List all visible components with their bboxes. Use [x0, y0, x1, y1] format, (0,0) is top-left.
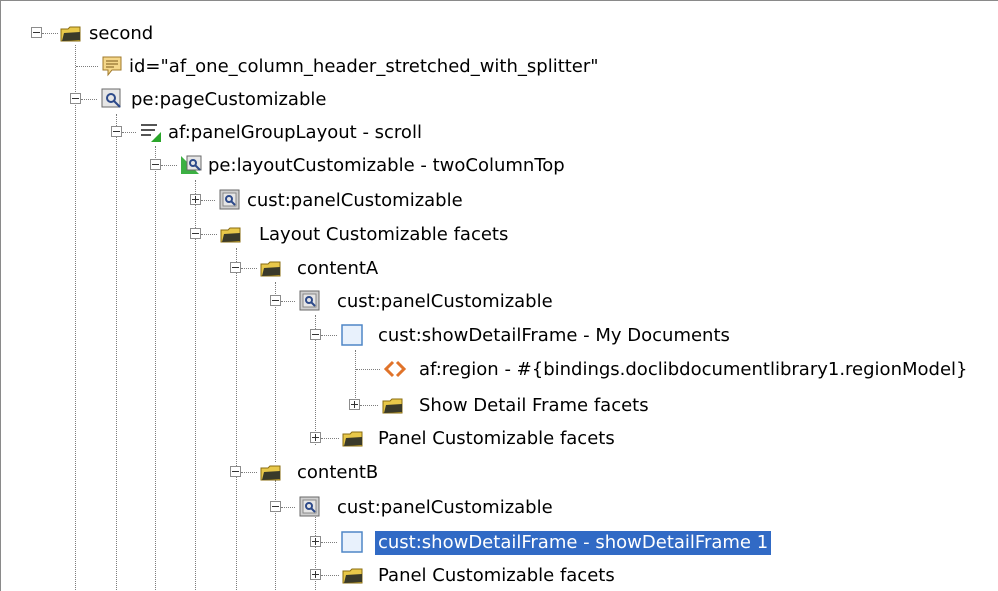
tree-node-layout-facets[interactable]: Layout Customizable facets — [0, 219, 998, 249]
structure-tree: second id="af_one_column_header_stretche… — [0, 0, 998, 591]
layout-customizable-icon — [179, 153, 203, 177]
tree-border-top — [0, 0, 998, 1]
collapse-toggle[interactable] — [230, 466, 241, 477]
collapse-toggle[interactable] — [230, 262, 241, 273]
expand-toggle[interactable] — [190, 194, 201, 205]
folder-icon — [381, 393, 405, 417]
tree-node-label[interactable]: contentA — [294, 257, 381, 281]
folder-icon — [341, 426, 365, 450]
tree-node-show-detail-frame[interactable]: cust:showDetailFrame - My Documents — [0, 320, 998, 350]
folder-icon — [59, 21, 83, 45]
tree-node-panel-customizable-facets[interactable]: Panel Customizable facets — [0, 423, 998, 453]
tree-node-id-comment[interactable]: id="af_one_column_header_stretched_with_… — [0, 51, 998, 81]
frame-icon — [340, 530, 364, 554]
tree-node-label[interactable]: Show Detail Frame facets — [416, 394, 652, 418]
tree-node-label[interactable]: af:panelGroupLayout - scroll — [165, 121, 425, 145]
tree-node-label[interactable]: cust:panelCustomizable — [244, 189, 466, 213]
collapse-toggle[interactable] — [150, 159, 161, 170]
tree-node-label[interactable]: second — [86, 22, 156, 46]
panel-layout-icon — [139, 120, 163, 144]
expand-toggle[interactable] — [310, 536, 321, 547]
expand-toggle[interactable] — [310, 432, 321, 443]
customizable-component-icon — [298, 289, 322, 313]
tree-node-label[interactable]: Layout Customizable facets — [256, 223, 511, 247]
expand-toggle[interactable] — [310, 569, 321, 580]
customizable-component-icon — [218, 188, 242, 212]
tree-node-content-a[interactable]: contentA — [0, 253, 998, 283]
tree-node-label[interactable]: Panel Customizable facets — [375, 564, 618, 588]
expand-toggle[interactable] — [349, 399, 360, 410]
comment-icon — [100, 54, 124, 78]
tree-node-label[interactable]: Panel Customizable facets — [375, 427, 618, 451]
tree-node-panel-customizable-facets[interactable]: Panel Customizable facets — [0, 560, 998, 590]
collapse-toggle[interactable] — [190, 228, 201, 239]
tree-node-label[interactable]: id="af_one_column_header_stretched_with_… — [126, 55, 602, 79]
collapse-toggle[interactable] — [270, 501, 281, 512]
tree-node-label[interactable]: pe:pageCustomizable — [128, 88, 329, 112]
customizable-component-icon — [298, 495, 322, 519]
tree-node-panel-customizable[interactable]: cust:panelCustomizable — [0, 286, 998, 316]
tree-node-layout-customizable[interactable]: pe:layoutCustomizable - twoColumnTop — [0, 150, 998, 180]
tree-node-page-customizable[interactable]: pe:pageCustomizable — [0, 84, 998, 114]
folder-icon — [259, 256, 283, 280]
region-icon — [383, 357, 407, 381]
tree-node-label[interactable]: cust:showDetailFrame - showDetailFrame 1 — [375, 531, 772, 555]
tree-node-content-b[interactable]: contentB — [0, 457, 998, 487]
customizable-component-icon — [100, 87, 124, 111]
collapse-toggle[interactable] — [111, 126, 122, 137]
collapse-toggle[interactable] — [310, 329, 321, 340]
tree-node-panel-customizable[interactable]: cust:panelCustomizable — [0, 492, 998, 522]
folder-icon — [341, 563, 365, 587]
tree-node-label[interactable]: cust:panelCustomizable — [334, 496, 556, 520]
frame-icon — [340, 323, 364, 347]
tree-node-label[interactable]: contentB — [294, 461, 381, 485]
folder-icon — [259, 460, 283, 484]
tree-node-label[interactable]: cust:panelCustomizable — [334, 290, 556, 314]
tree-node-show-detail-frame-selected[interactable]: cust:showDetailFrame - showDetailFrame 1 — [0, 527, 998, 557]
collapse-toggle[interactable] — [70, 93, 81, 104]
tree-node-panel-customizable[interactable]: cust:panelCustomizable — [0, 185, 998, 215]
collapse-toggle[interactable] — [270, 295, 281, 306]
tree-node-show-detail-frame-facets[interactable]: Show Detail Frame facets — [0, 390, 998, 420]
tree-node-label[interactable]: cust:showDetailFrame - My Documents — [375, 324, 733, 348]
tree-node-region[interactable]: af:region - #{bindings.doclibdocumentlib… — [0, 354, 998, 384]
folder-icon — [219, 222, 243, 246]
tree-node-panel-group-layout[interactable]: af:panelGroupLayout - scroll — [0, 117, 998, 147]
tree-node-second[interactable]: second — [0, 18, 998, 48]
tree-node-label[interactable]: pe:layoutCustomizable - twoColumnTop — [205, 154, 568, 178]
tree-node-label[interactable]: af:region - #{bindings.doclibdocumentlib… — [416, 358, 970, 382]
collapse-toggle[interactable] — [31, 27, 42, 38]
